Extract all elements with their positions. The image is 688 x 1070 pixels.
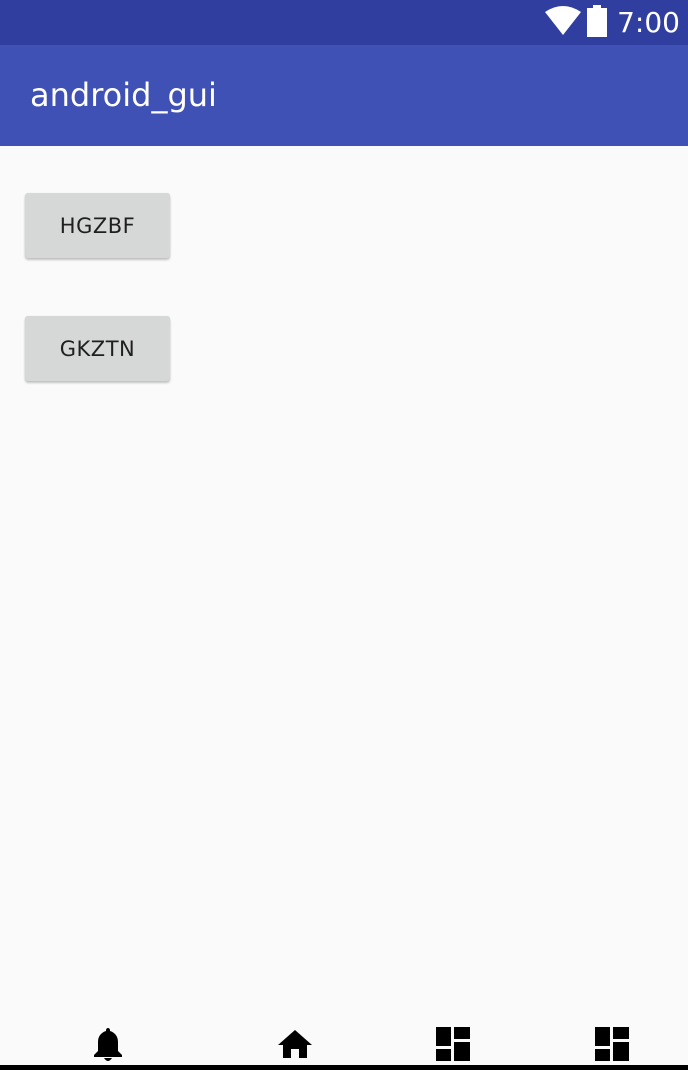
wifi-icon [545, 6, 582, 40]
dashboard-icon[interactable] [594, 1026, 630, 1062]
dashboard-icon[interactable] [435, 1026, 471, 1062]
hgzbf-button[interactable]: HGZBF [25, 193, 170, 258]
app-bar: android_gui [0, 45, 688, 146]
bell-icon[interactable] [90, 1026, 126, 1062]
gkztn-button[interactable]: GKZTN [25, 316, 170, 381]
navigation-bar [0, 1020, 688, 1070]
battery-icon [587, 5, 608, 41]
status-icons: 7:00 [545, 5, 680, 41]
status-time: 7:00 [617, 6, 680, 39]
home-icon[interactable] [277, 1026, 313, 1062]
app-title: android_gui [30, 76, 217, 114]
nav-bottom-line [0, 1065, 688, 1070]
status-bar: 7:00 [0, 0, 688, 45]
